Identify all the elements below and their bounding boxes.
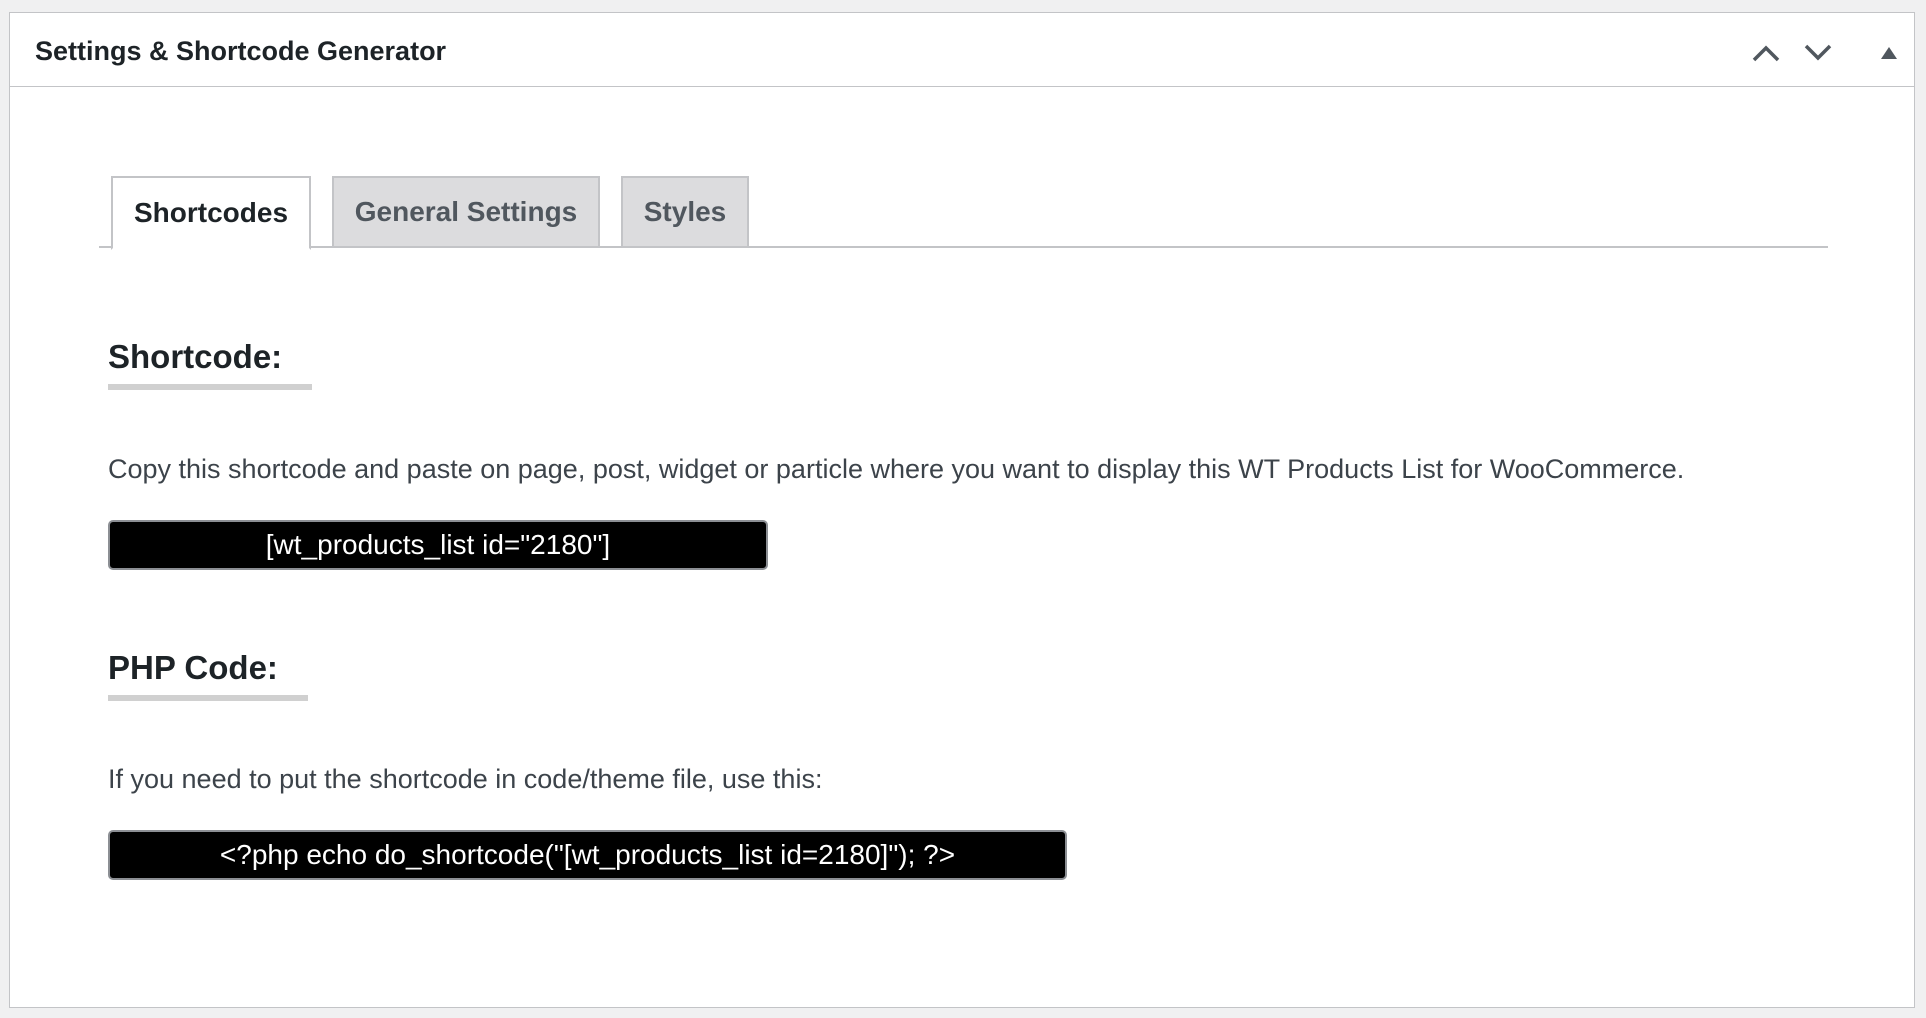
tab-label: Shortcodes	[133, 197, 289, 228]
chevron-up-icon	[1752, 45, 1780, 62]
toggle-panel-button[interactable]	[1870, 33, 1908, 73]
php-code-field[interactable]: <?php echo do_shortcode("[wt_products_li…	[108, 830, 1067, 880]
move-down-button[interactable]	[1798, 33, 1838, 73]
tab-label: General Settings	[354, 196, 578, 227]
shortcode-description: Copy this shortcode and paste on page, p…	[108, 454, 1685, 484]
tab-shortcodes[interactable]: Shortcodes	[111, 176, 311, 250]
panel-title: Settings & Shortcode Generator	[35, 36, 447, 66]
settings-panel: Settings & Shortcode Generator Shortcode…	[9, 12, 1915, 1008]
tab-styles[interactable]: Styles	[621, 176, 749, 248]
php-code-heading: PHP Code:	[108, 649, 308, 701]
shortcode-heading: Shortcode:	[108, 338, 313, 390]
move-up-button[interactable]	[1746, 33, 1786, 73]
tab-bar: Shortcodes General Settings Styles	[99, 164, 1828, 250]
php-code-description: If you need to put the shortcode in code…	[108, 764, 823, 794]
chevron-down-icon	[1804, 44, 1832, 61]
tab-general-settings[interactable]: General Settings	[332, 176, 600, 248]
shortcode-field[interactable]: [wt_products_list id="2180"]	[108, 520, 768, 570]
panel-header: Settings & Shortcode Generator	[10, 13, 1914, 87]
triangle-up-icon	[1881, 47, 1897, 59]
tab-label: Styles	[643, 196, 727, 227]
